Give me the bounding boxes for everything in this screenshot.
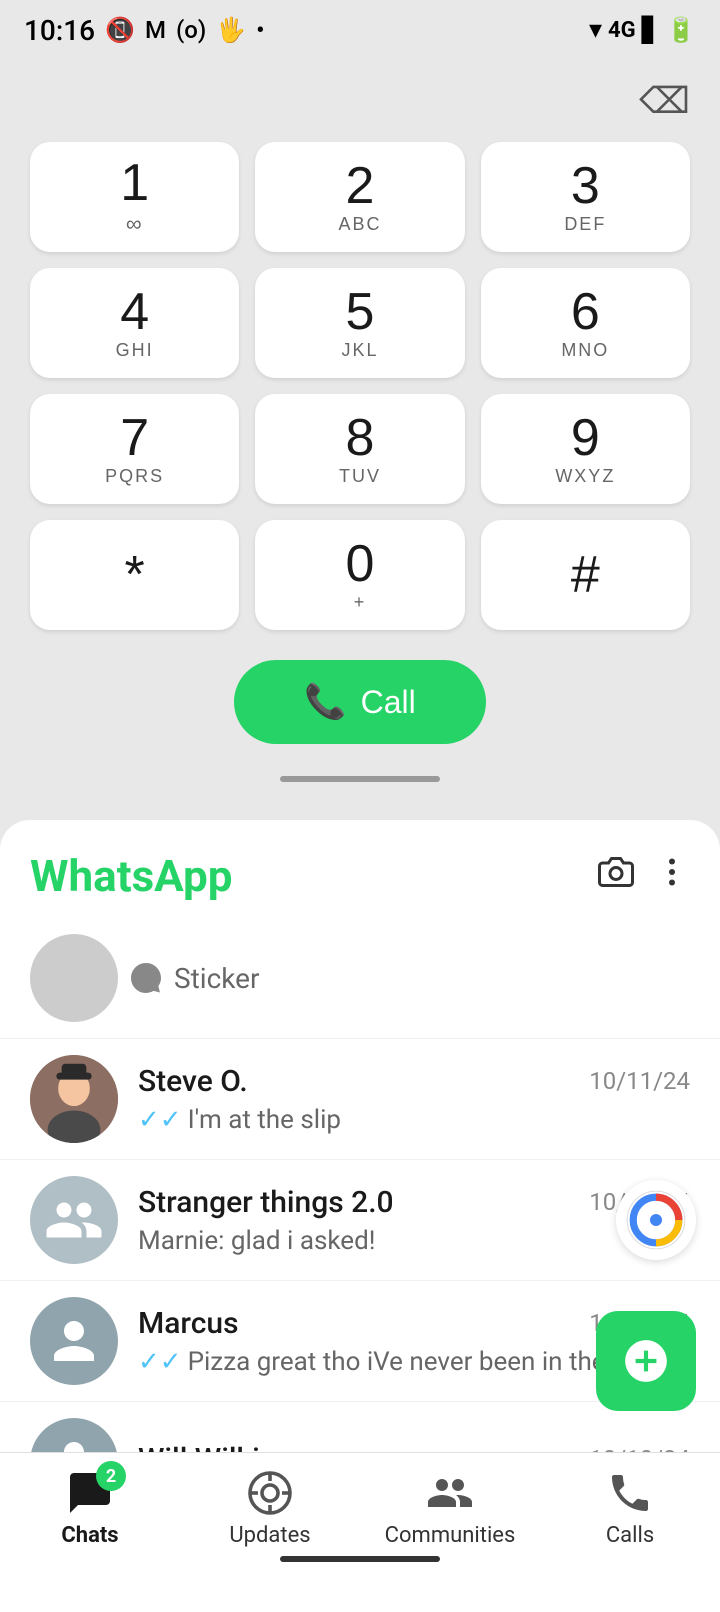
dial-key-4[interactable]: 4 GHI xyxy=(30,268,239,378)
wifi-icon: ▾ xyxy=(589,15,602,45)
group-avatar-icon xyxy=(44,1190,104,1250)
chat-item-marcus[interactable]: Marcus 10/10/24 ✓✓ Pizza great tho iVe n… xyxy=(0,1281,720,1402)
home-bar xyxy=(280,1556,440,1562)
nav-item-updates[interactable]: Updates xyxy=(180,1469,360,1548)
bottom-nav: 2 Chats Updates xyxy=(0,1452,720,1612)
missed-call-icon: 📵 xyxy=(105,16,135,44)
chat-time-steve: 10/11/24 xyxy=(589,1067,690,1095)
chat-info-steve: Steve O. 10/11/24 ✓✓ I'm at the slip xyxy=(138,1064,690,1135)
communities-nav-icon xyxy=(426,1469,474,1517)
dial-key-8[interactable]: 8 TUV xyxy=(255,394,464,504)
updates-nav-label: Updates xyxy=(229,1523,310,1548)
dial-key-0[interactable]: 0 + xyxy=(255,520,464,630)
chats-nav-label: Chats xyxy=(61,1523,118,1548)
steve-avatar-img xyxy=(30,1055,118,1143)
camera-icon xyxy=(598,854,634,890)
call-button[interactable]: 📞 Call xyxy=(234,660,485,744)
whatsapp-section: WhatsApp Sticker xyxy=(0,820,720,1612)
sticker-label: Sticker xyxy=(174,962,260,995)
more-vert-icon xyxy=(654,854,690,890)
chats-icon-wrap: 2 xyxy=(66,1469,114,1517)
dial-key-2[interactable]: 2 ABC xyxy=(255,142,464,252)
menu-button[interactable] xyxy=(654,854,690,899)
chat-preview-text-stranger: Marnie: glad i asked! xyxy=(138,1226,375,1256)
display-row: ⌫ xyxy=(20,70,700,142)
nav-item-chats[interactable]: 2 Chats xyxy=(0,1469,180,1548)
signal-bars-icon: ▋ xyxy=(642,16,660,44)
dial-key-6[interactable]: 6 MNO xyxy=(481,268,690,378)
nav-item-calls[interactable]: Calls xyxy=(540,1469,720,1548)
person-avatar-icon-marcus xyxy=(44,1311,104,1371)
gmail-icon: M xyxy=(145,16,166,44)
chat-preview-steve: ✓✓ I'm at the slip xyxy=(138,1105,690,1135)
circle-color-icon xyxy=(626,1190,686,1250)
avatar-steve xyxy=(30,1055,118,1143)
dot-icon: • xyxy=(256,16,264,44)
dial-key-7[interactable]: 7 PQRS xyxy=(30,394,239,504)
call-label: Call xyxy=(361,684,416,721)
dial-key-1[interactable]: 1 ∞ xyxy=(30,142,239,252)
sticker-avatar xyxy=(30,934,118,1022)
chrome-app-icon xyxy=(616,1180,696,1260)
nav-items: 2 Chats Updates xyxy=(0,1453,720,1548)
status-time: 10:16 📵 M (o) 🖐 • xyxy=(24,14,265,47)
chat-preview-text-marcus: Pizza great tho iVe never been in the xyxy=(188,1347,606,1377)
calls-nav-icon xyxy=(606,1469,654,1517)
sticker-chat-item[interactable]: Sticker xyxy=(0,918,720,1039)
backspace-button[interactable]: ⌫ xyxy=(639,80,690,122)
hand-icon: 🖐 xyxy=(216,16,246,44)
communities-nav-label: Communities xyxy=(385,1523,516,1548)
dial-key-3[interactable]: 3 DEF xyxy=(481,142,690,252)
chat-name-row-stranger: Stranger things 2.0 10/10/24 xyxy=(138,1185,690,1220)
dial-key-5[interactable]: 5 JKL xyxy=(255,268,464,378)
chat-preview-text-steve: I'm at the slip xyxy=(188,1105,341,1135)
new-chat-floating-button[interactable] xyxy=(596,1311,696,1411)
calls-icon-wrap xyxy=(606,1469,654,1517)
chat-name-stranger: Stranger things 2.0 xyxy=(138,1185,394,1220)
communities-icon-wrap xyxy=(426,1469,474,1517)
chat-item-stranger[interactable]: Stranger things 2.0 10/10/24 Marnie: gla… xyxy=(0,1160,720,1281)
nav-item-communities[interactable]: Communities xyxy=(360,1469,540,1548)
chat-name-steve: Steve O. xyxy=(138,1064,248,1099)
signal-4g-icon: 4G xyxy=(608,18,636,43)
status-icons: ▾ 4G ▋ 🔋 xyxy=(589,15,696,45)
call-row: 📞 Call xyxy=(20,630,700,764)
call-phone-icon: 📞 xyxy=(304,682,346,722)
ring-icon: (o) xyxy=(176,16,206,44)
header-actions xyxy=(598,854,690,899)
whatsapp-header: WhatsApp xyxy=(0,820,720,918)
double-check-icon-steve: ✓✓ xyxy=(138,1105,182,1135)
calls-nav-label: Calls xyxy=(606,1523,654,1548)
double-check-icon-marcus: ✓✓ xyxy=(138,1347,182,1377)
updates-icon-wrap xyxy=(246,1469,294,1517)
dial-key-star[interactable]: * xyxy=(30,520,239,630)
chat-name-row-steve: Steve O. 10/11/24 xyxy=(138,1064,690,1099)
whatsapp-title: WhatsApp xyxy=(30,850,233,902)
chat-list: Sticker Steve O. 10/11/24 xyxy=(0,918,720,1522)
sticker-preview: Sticker xyxy=(128,960,260,996)
dial-key-9[interactable]: 9 WXYZ xyxy=(481,394,690,504)
chat-info-stranger: Stranger things 2.0 10/10/24 Marnie: gla… xyxy=(138,1185,690,1256)
chats-badge: 2 xyxy=(96,1461,126,1491)
new-chat-icon xyxy=(621,1336,671,1386)
battery-icon: 🔋 xyxy=(666,16,696,44)
camera-button[interactable] xyxy=(598,854,634,899)
avatar-marcus xyxy=(30,1297,118,1385)
updates-nav-icon xyxy=(246,1469,294,1517)
status-bar: 10:16 📵 M (o) 🖐 • ▾ 4G ▋ 🔋 xyxy=(0,0,720,60)
time-label: 10:16 xyxy=(24,14,95,47)
home-indicator-dialpad xyxy=(0,764,720,798)
dialpad-container: ⌫ 1 ∞ 2 ABC 3 DEF 4 GHI 5 JKL 6 MNO xyxy=(0,60,720,764)
avatar-stranger xyxy=(30,1176,118,1264)
dial-key-hash[interactable]: # xyxy=(481,520,690,630)
sticker-icon xyxy=(128,960,164,996)
home-indicator-bottom xyxy=(0,1548,720,1562)
chat-item-steve[interactable]: Steve O. 10/11/24 ✓✓ I'm at the slip xyxy=(0,1039,720,1160)
chat-preview-stranger: Marnie: glad i asked! xyxy=(138,1226,690,1256)
chat-name-marcus: Marcus xyxy=(138,1306,239,1341)
dialpad-grid: 1 ∞ 2 ABC 3 DEF 4 GHI 5 JKL 6 MNO 7 PQRS xyxy=(20,142,700,630)
